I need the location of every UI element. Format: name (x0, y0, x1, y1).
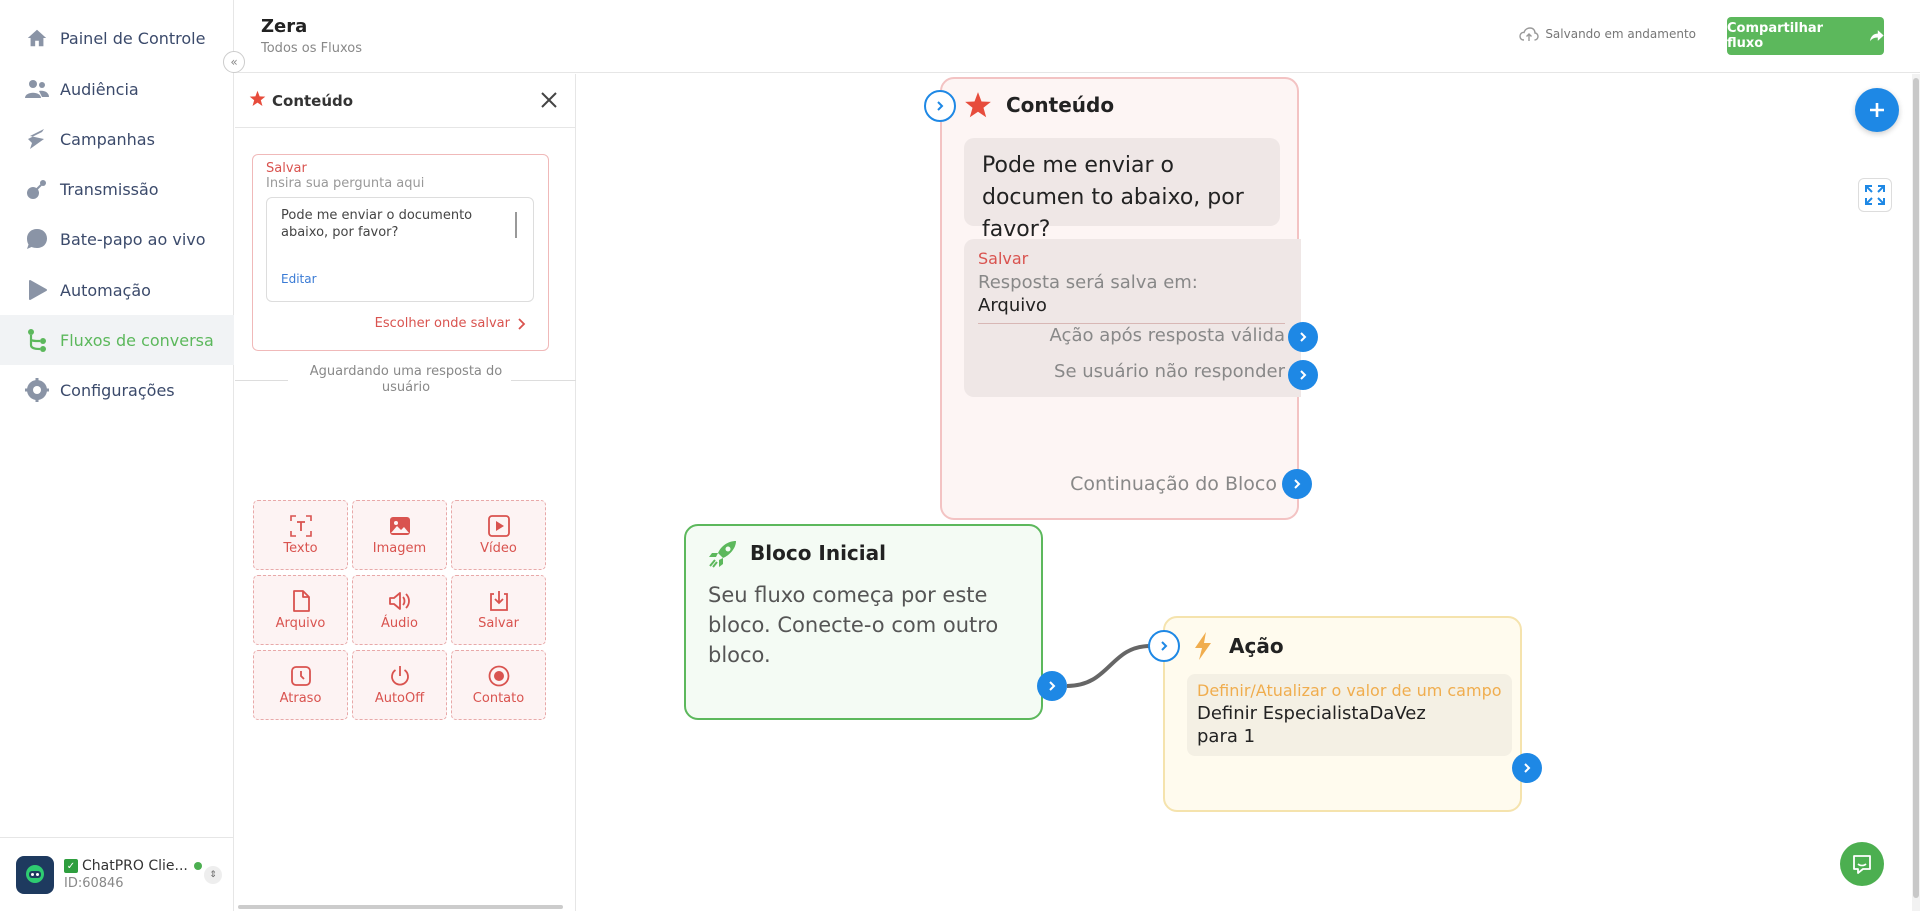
plus-icon (1870, 103, 1884, 117)
chevron-right-icon (1294, 479, 1301, 489)
canvas-vertical-scrollbar[interactable] (1912, 74, 1920, 911)
action-node-title: Ação (1229, 634, 1284, 658)
save-info: Resposta será salva em: (978, 272, 1198, 293)
valid-response-output-port[interactable] (1288, 322, 1318, 352)
rocket-icon (708, 540, 738, 572)
fullscreen-icon (1865, 185, 1885, 205)
no-response-label: Se usuário não responder (1054, 361, 1285, 382)
valid-response-action-label: Ação após resposta válida (1049, 325, 1285, 346)
action-node-output-port[interactable] (1512, 753, 1542, 783)
scrollbar-thumb[interactable] (1913, 78, 1919, 898)
star-icon (964, 91, 992, 123)
fit-view-button[interactable] (1858, 178, 1892, 212)
collapse-sidebar-button[interactable]: « (223, 51, 245, 73)
no-response-output-port[interactable] (1288, 360, 1318, 390)
chevron-right-icon (1161, 641, 1168, 651)
save-label: Salvar (978, 249, 1029, 268)
support-chat-button[interactable] (1840, 842, 1884, 886)
save-response-area: Salvar Resposta será salva em: Arquivo A… (964, 239, 1301, 397)
chevron-right-icon (937, 101, 944, 111)
chevron-right-icon (1300, 332, 1307, 342)
start-node-title: Bloco Inicial (750, 541, 886, 565)
chat-icon (1853, 855, 1871, 874)
save-target: Arquivo (978, 295, 1047, 316)
continuation-label: Continuação do Bloco (1070, 473, 1277, 495)
message-bubble[interactable]: Pode me enviar o documen to abaixo, por … (964, 138, 1280, 242)
action-node[interactable]: Ação Definir/Atualizar o valor de um cam… (1163, 616, 1522, 812)
chevron-right-icon (1300, 370, 1307, 380)
action-type-label: Definir/Atualizar o valor de um campo (1197, 681, 1502, 700)
chevron-right-icon (1524, 763, 1531, 773)
action-text: Definir EspecialistaDaVez para 1 (1197, 703, 1426, 747)
divider (978, 323, 1285, 324)
content-node[interactable]: Conteúdo Pode me enviar o documen to aba… (940, 77, 1301, 520)
continuation-output-port[interactable] (1282, 469, 1312, 499)
start-node-output-port[interactable] (1037, 671, 1067, 701)
content-node-input-port[interactable] (924, 90, 956, 122)
lightning-icon (1193, 632, 1213, 664)
action-node-input-port[interactable] (1148, 630, 1180, 662)
action-detail[interactable]: Definir/Atualizar o valor de um campo De… (1187, 674, 1512, 756)
start-node-text: Seu fluxo começa por este bloco. Conecte… (708, 583, 999, 667)
start-node[interactable]: Bloco Inicial Seu fluxo começa por este … (684, 524, 1043, 720)
add-block-button[interactable] (1855, 88, 1899, 132)
content-node-title: Conteúdo (1006, 93, 1115, 117)
chevron-right-icon (1049, 681, 1056, 691)
